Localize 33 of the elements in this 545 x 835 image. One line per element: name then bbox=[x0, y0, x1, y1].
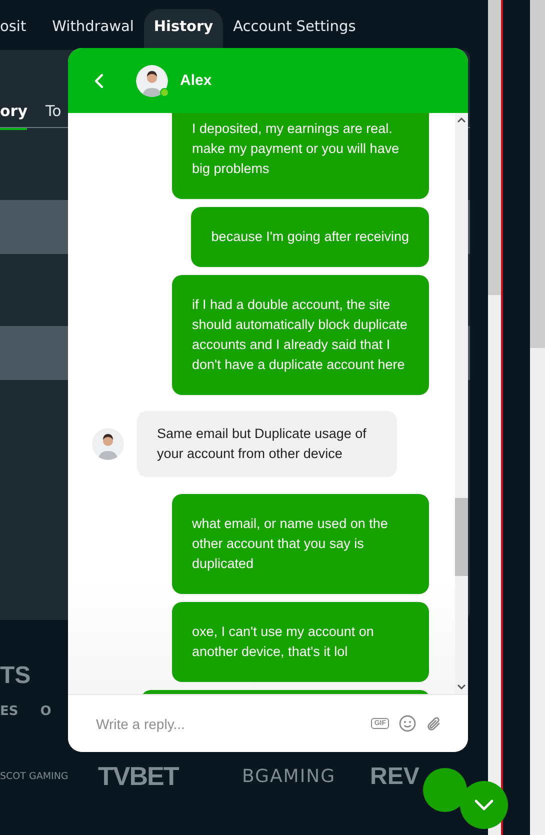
nav-tab[interactable]: osit bbox=[0, 9, 36, 48]
provider-logo[interactable]: ES bbox=[0, 704, 18, 719]
provider-logo[interactable]: REV bbox=[370, 762, 420, 790]
message-bubble: because I'm going after receiving bbox=[191, 207, 429, 267]
provider-logo[interactable]: BGAMING bbox=[242, 766, 370, 787]
provider-logo[interactable]: O bbox=[40, 704, 52, 719]
attachment-icon[interactable] bbox=[426, 716, 442, 732]
nav-tab[interactable]: Account Settings bbox=[223, 9, 366, 48]
emoji-icon[interactable] bbox=[399, 715, 416, 732]
scroll-down-icon[interactable] bbox=[457, 684, 466, 690]
message-bubble: if I had a double account, the site should automatically block duplicate accounts and I already said that I don't have a duplicate account here bbox=[172, 275, 429, 395]
sub-tab[interactable]: To bbox=[45, 100, 62, 128]
message-bubble: oxe, I can't use my account on another device, that's it lol bbox=[172, 602, 429, 682]
scrollbar[interactable] bbox=[455, 113, 468, 694]
section-heading: TS bbox=[0, 662, 31, 690]
agent-name: Alex bbox=[180, 72, 212, 89]
chevron-left-icon bbox=[94, 72, 104, 88]
chat-launcher[interactable] bbox=[423, 768, 467, 812]
scroll-up-icon[interactable] bbox=[457, 117, 466, 123]
scroll-thumb[interactable] bbox=[455, 498, 468, 576]
message-bubble: what email, or name used on the other account that you say is duplicated bbox=[172, 494, 429, 594]
scrollbar[interactable] bbox=[530, 0, 545, 835]
avatar bbox=[92, 428, 124, 460]
nav-tab[interactable]: History bbox=[144, 9, 224, 48]
chevron-down-icon bbox=[474, 799, 494, 811]
message-bubble: I deposited, my earnings are real. make my payment or you will have big problems bbox=[172, 113, 429, 199]
provider-logo[interactable]: TVBET bbox=[98, 761, 242, 792]
reply-input[interactable]: Write a reply... bbox=[96, 716, 362, 732]
avatar bbox=[136, 64, 168, 96]
provider-logo[interactable]: SCOT GAMING bbox=[0, 771, 98, 782]
nav-tab[interactable]: Withdrawal bbox=[42, 9, 144, 48]
scrollbar[interactable] bbox=[488, 0, 501, 835]
message-bubble: Same email but Duplicate usage of your account from other device bbox=[137, 411, 397, 477]
